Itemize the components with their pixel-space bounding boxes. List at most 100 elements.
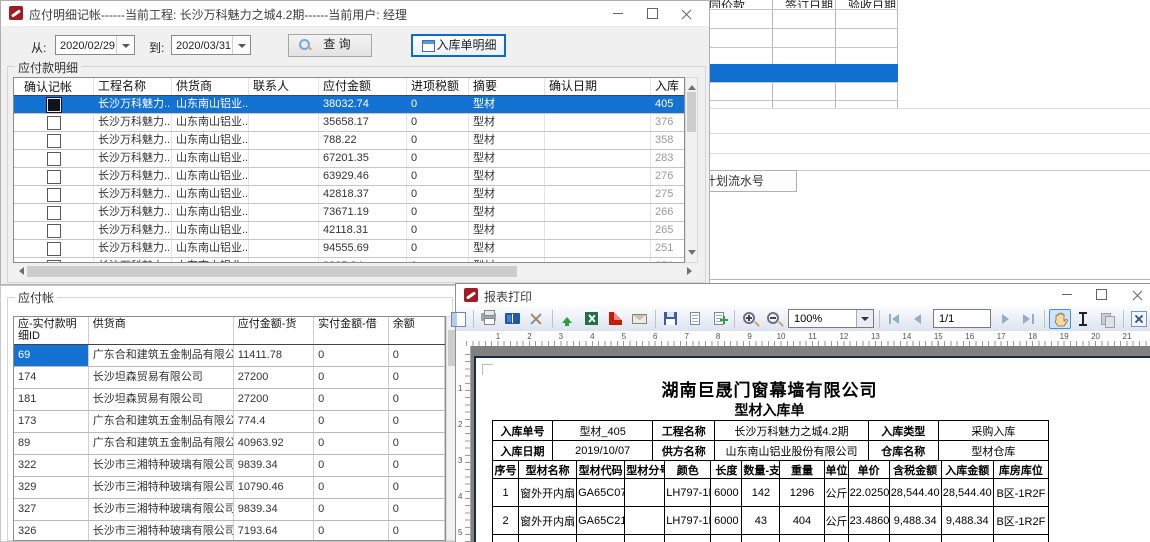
column-header[interactable]: 联系人: [249, 78, 319, 95]
table-row[interactable]: 长沙万科魅力...山东南山铝业...42118.310型材265: [14, 222, 684, 240]
chevron-down-icon[interactable]: [232, 36, 250, 54]
first-page-button[interactable]: [884, 309, 906, 329]
table-row[interactable]: 173广东合和建筑五金制品有限公司774.400: [14, 411, 445, 433]
horizontal-scrollbar[interactable]: [13, 265, 698, 278]
toggle-panel-button[interactable]: [447, 309, 469, 329]
add-page-button[interactable]: [708, 309, 730, 329]
group-title: 应付款明细: [15, 59, 81, 76]
last-page-button[interactable]: [1018, 309, 1040, 329]
detail-column-header: 型材代码: [577, 461, 625, 479]
page-setup-button[interactable]: [684, 309, 706, 329]
zoom-level-combobox[interactable]: 100%: [788, 309, 874, 328]
confirm-checkbox[interactable]: [47, 116, 61, 130]
column-header[interactable]: 确认日期: [545, 78, 651, 95]
confirm-checkbox[interactable]: [47, 224, 61, 238]
table-row[interactable]: 长沙万科魅力...山东南山铝业...94555.690型材251: [14, 240, 684, 258]
column-header[interactable]: 入库: [651, 78, 684, 95]
scrollbar-thumb[interactable]: [687, 92, 696, 132]
table-row[interactable]: 69广东合和建筑五金制品有限公司11411.7800: [14, 345, 445, 367]
export-pdf-button[interactable]: [605, 309, 627, 329]
column-header[interactable]: 确认记帐: [14, 78, 94, 95]
close-button[interactable]: [669, 1, 703, 25]
settings-button[interactable]: [526, 309, 548, 329]
column-header[interactable]: 工程名称: [94, 78, 172, 95]
confirm-checkbox[interactable]: [47, 98, 61, 112]
page-indicator-field[interactable]: 1/1: [933, 309, 991, 328]
vertical-scrollbar[interactable]: [685, 77, 698, 263]
column-header[interactable]: 应付金额-货: [234, 317, 314, 344]
scroll-left-icon[interactable]: [15, 267, 24, 275]
confirm-checkbox[interactable]: [47, 242, 61, 256]
table-row[interactable]: 329长沙市三湘特种玻璃有限公司10790.4600: [14, 477, 445, 499]
chevron-down-icon[interactable]: [116, 36, 134, 54]
column-header[interactable]: 应-实付款明细ID: [14, 317, 89, 344]
copy-pages-button[interactable]: [1097, 309, 1119, 329]
table-row[interactable]: 89广东合和建筑五金制品有限公司40963.9200: [14, 433, 445, 455]
table-row[interactable]: 长沙万科魅力...山东南山铝业...35658.170型材376: [14, 114, 684, 132]
confirm-checkbox[interactable]: [47, 152, 61, 166]
table-row[interactable]: 长沙万科魅力...山东南山铝业...42818.370型材275: [14, 186, 684, 204]
query-button[interactable]: 查 询: [288, 34, 372, 57]
confirm-checkbox[interactable]: [47, 188, 61, 202]
title-bar[interactable]: 应付明细记帐------当前工程: 长沙万科魅力之城4.2期------当前用户…: [1, 1, 709, 27]
scrollbar-thumb[interactable]: [27, 266, 517, 277]
close-button[interactable]: [1120, 282, 1150, 306]
report-preview-area[interactable]: 12345 湖南巨晟门窗幕墙有限公司 型材入库单 入库单号 型材_405 工程名…: [456, 346, 1150, 542]
to-date-combobox[interactable]: 2020/03/31: [171, 35, 251, 55]
cell: [249, 96, 319, 113]
table-row[interactable]: 181长沙坦森贸易有限公司2720000: [14, 389, 445, 411]
open-button[interactable]: [502, 309, 524, 329]
scroll-down-icon[interactable]: [688, 250, 696, 259]
table-row[interactable]: 326长沙市三湘特种玻璃有限公司7193.6400: [14, 521, 445, 541]
hand-tool-button[interactable]: [1049, 309, 1071, 329]
send-mail-button[interactable]: [629, 309, 651, 329]
payable-detail-grid: 确认记帐工程名称供货商联系人应付金额进项税额摘要确认日期入库 长沙万科魅力...…: [13, 77, 685, 263]
table-row[interactable]: 322长沙市三湘特种玻璃有限公司9839.3400: [14, 455, 445, 477]
maximize-button[interactable]: [635, 1, 669, 25]
column-header[interactable]: 余额: [389, 317, 445, 344]
table-row[interactable]: 长沙万科魅力...山东南山铝业...3895.840型材250: [14, 258, 684, 263]
print-button[interactable]: [478, 309, 500, 329]
book-icon: [505, 313, 520, 324]
prev-page-button[interactable]: [908, 309, 930, 329]
column-header[interactable]: 供货商: [89, 317, 234, 344]
confirm-checkbox[interactable]: [47, 260, 61, 263]
table-row[interactable]: 长沙万科魅力...山东南山铝业...67201.350型材283: [14, 150, 684, 168]
save-button[interactable]: [660, 309, 682, 329]
inbound-detail-button[interactable]: 入库单明细: [411, 34, 506, 57]
detail-cell: 9,488.34: [889, 507, 941, 535]
table-row[interactable]: 长沙万科魅力...山东南山铝业...73671.190型材266: [14, 204, 684, 222]
detail-column-header: 型材分号: [625, 461, 665, 479]
confirm-checkbox[interactable]: [47, 170, 61, 184]
next-page-button[interactable]: [994, 309, 1016, 329]
minimize-button[interactable]: [601, 1, 635, 25]
minimize-button[interactable]: [1050, 282, 1084, 306]
table-row[interactable]: 174长沙坦森贸易有限公司2720000: [14, 367, 445, 389]
export-excel-button[interactable]: [581, 309, 603, 329]
chevron-down-icon[interactable]: [856, 310, 873, 327]
confirm-checkbox[interactable]: [47, 134, 61, 148]
column-header[interactable]: 进项税额: [407, 78, 469, 95]
zoom-in-button[interactable]: [739, 309, 761, 329]
table-row[interactable]: 长沙万科魅力...山东南山铝业...63929.460型材276: [14, 168, 684, 186]
title-bar[interactable]: 报表打印: [456, 284, 1150, 307]
column-header[interactable]: 供货商: [172, 78, 249, 95]
confirm-checkbox[interactable]: [47, 206, 61, 220]
zoom-out-button[interactable]: [763, 309, 785, 329]
document-icon: [690, 312, 700, 325]
detail-cell: [889, 535, 941, 542]
table-row[interactable]: 长沙万科魅力...山东南山铝业...788.220型材358: [14, 132, 684, 150]
text-select-tool-button[interactable]: [1073, 309, 1095, 329]
close-preview-button[interactable]: [1128, 309, 1150, 329]
cell: 长沙市三湘特种玻璃有限公司: [89, 521, 234, 541]
table-row[interactable]: 长沙万科魅力...山东南山铝业...38032.740型材405: [14, 96, 684, 114]
export-button[interactable]: [557, 309, 579, 329]
from-date-combobox[interactable]: 2020/02/29: [55, 35, 135, 55]
scroll-right-icon[interactable]: [687, 267, 696, 275]
column-header[interactable]: 摘要: [469, 78, 545, 95]
maximize-button[interactable]: [1084, 282, 1118, 306]
table-row[interactable]: 327长沙市三湘特种玻璃有限公司9839.3400: [14, 499, 445, 521]
column-header[interactable]: 应付金额: [319, 78, 407, 95]
scroll-up-icon[interactable]: [688, 81, 696, 90]
column-header[interactable]: 实付金额-借: [314, 317, 389, 344]
